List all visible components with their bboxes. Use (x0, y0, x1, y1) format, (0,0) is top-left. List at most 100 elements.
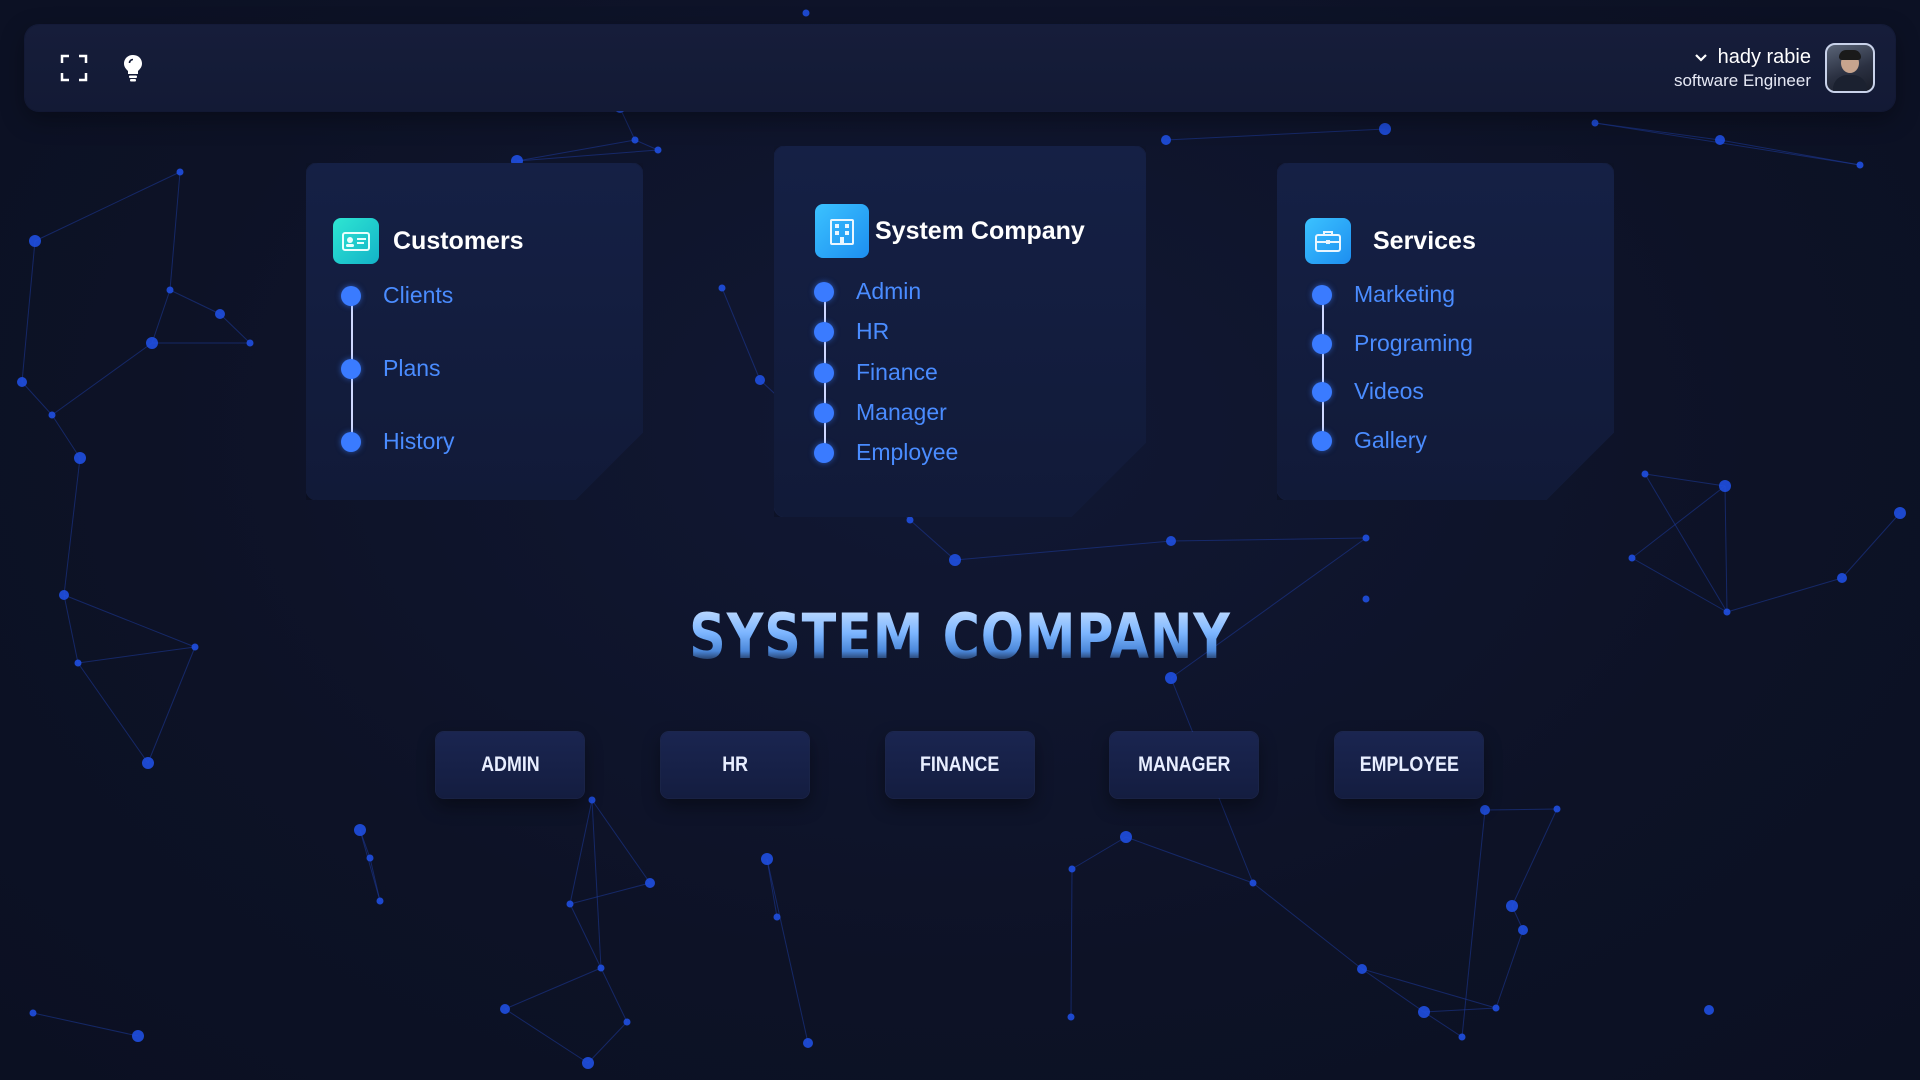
admin-button[interactable]: ADMIN (436, 732, 584, 798)
menu-item-label: Manager (856, 399, 947, 425)
network-line (1594, 122, 1861, 166)
network-node (1719, 480, 1731, 492)
timeline-dot (814, 321, 834, 342)
network-line (504, 1008, 589, 1064)
chevron-down-icon[interactable] (1694, 48, 1708, 69)
admin-button-label: ADMIN (480, 753, 540, 776)
finance-button[interactable]: FINANCE (886, 732, 1034, 798)
network-line (1071, 836, 1127, 870)
manager-button[interactable]: MANAGER (1110, 732, 1258, 798)
services-card: Services Marketing Programing Videos Gal… (1277, 163, 1614, 500)
menu-item-label: Programing (1354, 330, 1473, 356)
network-node (246, 339, 254, 347)
menu-item-employee[interactable]: Employee (814, 439, 958, 466)
menu-item-label: Finance (856, 359, 938, 385)
fullscreen-button[interactable] (54, 48, 94, 88)
hr-button-label: HR (722, 753, 748, 776)
menu-item-hr[interactable]: HR (814, 318, 889, 345)
menu-item-programing[interactable]: Programing (1312, 330, 1473, 357)
network-line (32, 1012, 139, 1037)
menu-item-plans[interactable]: Plans (341, 355, 441, 382)
menu-item-label: Employee (856, 439, 959, 465)
network-line (359, 829, 381, 902)
network-node (1492, 1004, 1500, 1012)
hr-button[interactable]: HR (661, 732, 809, 798)
menu-item-marketing[interactable]: Marketing (1312, 281, 1455, 308)
network-node (761, 853, 773, 865)
network-node (597, 964, 605, 972)
timeline-dot (1312, 333, 1332, 354)
timeline-dot (341, 431, 361, 452)
timeline-dot (1312, 381, 1332, 402)
network-node (1641, 470, 1649, 478)
menu-item-history[interactable]: History (341, 428, 455, 455)
network-node (132, 1030, 144, 1042)
network-node (1362, 534, 1370, 542)
network-node (29, 235, 41, 247)
timeline-dot (814, 442, 834, 463)
menu-item-manager[interactable]: Manager (814, 399, 947, 426)
menu-item-gallery[interactable]: Gallery (1312, 427, 1427, 454)
network-node (142, 757, 154, 769)
building-icon (815, 204, 869, 258)
network-node (215, 309, 225, 319)
user-menu[interactable]: hady rabie software Engineer (1674, 41, 1875, 95)
manager-button-label: MANAGER (1137, 753, 1231, 776)
network-line (1511, 808, 1558, 907)
network-line (569, 799, 593, 905)
menu-item-videos[interactable]: Videos (1312, 378, 1424, 405)
network-node (354, 824, 366, 836)
timeline-dot (341, 285, 361, 306)
network-line (1423, 1011, 1463, 1038)
network-line (1165, 128, 1386, 141)
network-node (1856, 161, 1864, 169)
menu-item-admin[interactable]: Admin (814, 278, 921, 305)
menu-item-label: Clients (383, 282, 454, 308)
network-node (773, 913, 781, 921)
network-node (623, 1018, 631, 1026)
theme-toggle-button[interactable] (113, 48, 153, 88)
network-line (51, 342, 153, 416)
network-node (631, 136, 639, 144)
network-line (21, 240, 36, 383)
timeline-dot (1312, 284, 1332, 305)
network-line (516, 149, 659, 162)
network-line (1495, 929, 1524, 1009)
services-card-title: Services (1373, 226, 1476, 255)
network-node (654, 146, 662, 154)
finance-button-label: FINANCE (920, 753, 1000, 776)
network-node (906, 516, 914, 524)
menu-item-label: Videos (1354, 378, 1424, 404)
network-node (1506, 900, 1518, 912)
network-node (566, 900, 574, 908)
network-line (34, 171, 181, 242)
network-line (569, 882, 651, 905)
network-node (1161, 135, 1171, 145)
network-node (1166, 536, 1176, 546)
network-node (1165, 672, 1177, 684)
network-line (169, 171, 181, 291)
id-card-icon (333, 218, 379, 264)
timeline-line (1322, 291, 1324, 439)
user-info: hady rabie software Engineer (1674, 44, 1811, 92)
network-line (1070, 868, 1073, 1018)
network-node (1518, 925, 1528, 935)
top-bar: hady rabie software Engineer (25, 25, 1895, 111)
network-line (1170, 537, 1367, 542)
network-line (1631, 485, 1726, 559)
network-node (1357, 964, 1367, 974)
system-company-card-header: System Company (815, 204, 1085, 258)
menu-item-finance[interactable]: Finance (814, 359, 938, 386)
network-node (1458, 1033, 1466, 1041)
employee-button[interactable]: EMPLOYEE (1335, 732, 1483, 798)
network-line (1252, 882, 1363, 970)
timeline-dot (1312, 430, 1332, 451)
network-node (376, 897, 384, 905)
menu-item-clients[interactable]: Clients (341, 282, 453, 309)
network-node (366, 854, 374, 862)
network-line (151, 289, 171, 344)
network-line (954, 540, 1172, 561)
network-line (51, 414, 81, 459)
avatar[interactable] (1825, 43, 1875, 93)
user-name: hady rabie (1717, 45, 1811, 68)
